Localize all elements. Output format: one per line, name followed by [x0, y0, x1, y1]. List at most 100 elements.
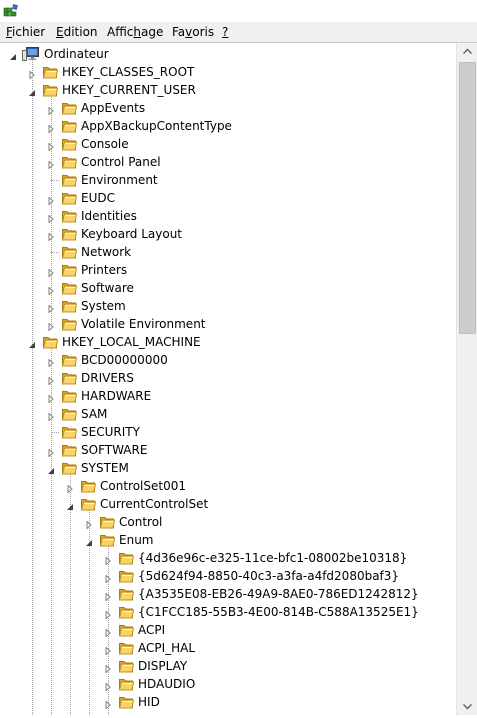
collapsed-arrow-icon[interactable]: [47, 410, 55, 422]
collapsed-arrow-icon[interactable]: [66, 482, 74, 494]
tree-node[interactable]: {A3535E08-EB26-49A9-8AE0-786ED1242812}: [0, 585, 456, 603]
tree-node[interactable]: {4d36e96c-e325-11ce-bfc1-08002be10318}: [0, 549, 456, 567]
folder-icon: [61, 406, 78, 422]
collapsed-arrow-icon[interactable]: [104, 680, 112, 692]
tree-node[interactable]: SOFTWARE: [0, 441, 456, 459]
tree-node-label: SYSTEM: [81, 461, 129, 475]
tree-node[interactable]: DISPLAY: [0, 657, 456, 675]
collapsed-arrow-icon[interactable]: [47, 302, 55, 314]
tree-node[interactable]: CurrentControlSet: [0, 495, 456, 513]
tree-node[interactable]: {C1FCC185-55B3-4E00-814B-C588A13525E1}: [0, 603, 456, 621]
scroll-up-arrow-icon: [463, 48, 472, 54]
tree-node[interactable]: HDAUDIO: [0, 675, 456, 693]
tree-node[interactable]: EUDC: [0, 189, 456, 207]
expanded-arrow-icon[interactable]: [66, 500, 74, 510]
menu-affichage[interactable]: Affichage: [107, 25, 163, 40]
collapsed-arrow-icon[interactable]: [47, 212, 55, 224]
expanded-arrow-icon[interactable]: [85, 536, 93, 546]
collapsed-arrow-icon[interactable]: [104, 626, 112, 638]
tree-node-label: HID: [138, 695, 160, 709]
tree-node[interactable]: DRIVERS: [0, 369, 456, 387]
expanded-arrow-icon[interactable]: [47, 464, 55, 474]
collapsed-arrow-icon[interactable]: [47, 446, 55, 458]
tree-node[interactable]: Control: [0, 513, 456, 531]
scroll-up-button[interactable]: [457, 43, 477, 60]
tree-node[interactable]: Keyboard Layout: [0, 225, 456, 243]
collapsed-arrow-icon[interactable]: [47, 140, 55, 152]
expanded-arrow-icon[interactable]: [28, 86, 36, 96]
registry-tree[interactable]: Ordinateur HKEY_CLASSES_ROOT HKEY_CURRENT_…: [0, 43, 456, 715]
menu-edition[interactable]: Edition: [56, 25, 98, 40]
tree-node[interactable]: Ordinateur: [0, 45, 456, 63]
tree-node[interactable]: Enum: [0, 531, 456, 549]
tree-node[interactable]: ACPI_HAL: [0, 639, 456, 657]
vertical-scrollbar[interactable]: [456, 43, 477, 715]
folder-icon: [99, 514, 116, 530]
tree-node-label: DISPLAY: [138, 659, 188, 673]
menu-help[interactable]: ?: [222, 25, 228, 40]
tree-node-label: System: [81, 299, 126, 313]
tree-node-label: DRIVERS: [81, 371, 134, 385]
tree-node[interactable]: BCD00000000: [0, 351, 456, 369]
tree-node[interactable]: ACPI: [0, 621, 456, 639]
tree-node[interactable]: HKEY_CLASSES_ROOT: [0, 63, 456, 81]
collapsed-arrow-icon[interactable]: [47, 356, 55, 368]
collapsed-arrow-icon[interactable]: [47, 266, 55, 278]
folder-icon: [61, 118, 78, 134]
menu-fichier[interactable]: Fichier: [6, 25, 45, 40]
tree-node[interactable]: Printers: [0, 261, 456, 279]
scroll-thumb[interactable]: [459, 62, 476, 334]
collapsed-arrow-icon[interactable]: [47, 194, 55, 206]
tree-node[interactable]: ControlSet001: [0, 477, 456, 495]
folder-icon: [61, 244, 78, 260]
collapsed-arrow-icon[interactable]: [104, 698, 112, 710]
collapsed-arrow-icon[interactable]: [104, 554, 112, 566]
tree-node[interactable]: Software: [0, 279, 456, 297]
tree-node[interactable]: SECURITY: [0, 423, 456, 441]
folder-icon: [42, 82, 59, 98]
tree-node[interactable]: Identities: [0, 207, 456, 225]
tree-node-label: HARDWARE: [81, 389, 152, 403]
scroll-down-button[interactable]: [457, 698, 477, 715]
tree-node[interactable]: System: [0, 297, 456, 315]
folder-icon: [61, 208, 78, 224]
tree-node[interactable]: Console: [0, 135, 456, 153]
tree-node[interactable]: SYSTEM: [0, 459, 456, 477]
tree-node[interactable]: HKEY_LOCAL_MACHINE: [0, 333, 456, 351]
collapsed-arrow-icon[interactable]: [47, 158, 55, 170]
tree-node[interactable]: AppEvents: [0, 99, 456, 117]
collapsed-arrow-icon[interactable]: [47, 122, 55, 134]
expanded-arrow-icon[interactable]: [9, 50, 17, 60]
collapsed-arrow-icon[interactable]: [47, 104, 55, 116]
tree-node[interactable]: HARDWARE: [0, 387, 456, 405]
tree-node[interactable]: {5d624f94-8850-40c3-a3fa-a4fd2080baf3}: [0, 567, 456, 585]
tree-node[interactable]: SAM: [0, 405, 456, 423]
tree-node[interactable]: Volatile Environment: [0, 315, 456, 333]
folder-icon: [118, 640, 135, 656]
folder-icon: [61, 316, 78, 332]
collapsed-arrow-icon[interactable]: [47, 230, 55, 242]
folder-icon: [118, 694, 135, 710]
collapsed-arrow-icon[interactable]: [104, 608, 112, 620]
folder-icon: [61, 100, 78, 116]
expanded-arrow-icon[interactable]: [28, 338, 36, 348]
collapsed-arrow-icon[interactable]: [104, 572, 112, 584]
collapsed-arrow-icon[interactable]: [104, 662, 112, 674]
collapsed-arrow-icon[interactable]: [104, 590, 112, 602]
tree-node[interactable]: Control Panel: [0, 153, 456, 171]
menu-favoris[interactable]: Favoris: [172, 25, 214, 40]
tree-node[interactable]: Environment: [0, 171, 456, 189]
tree-node-label: SAM: [81, 407, 108, 421]
collapsed-arrow-icon[interactable]: [85, 518, 93, 530]
collapsed-arrow-icon[interactable]: [28, 68, 36, 80]
collapsed-arrow-icon[interactable]: [47, 374, 55, 386]
collapsed-arrow-icon[interactable]: [104, 644, 112, 656]
folder-icon: [61, 298, 78, 314]
collapsed-arrow-icon[interactable]: [47, 392, 55, 404]
collapsed-arrow-icon[interactable]: [47, 320, 55, 332]
collapsed-arrow-icon[interactable]: [47, 284, 55, 296]
tree-node[interactable]: Network: [0, 243, 456, 261]
tree-node[interactable]: HKEY_CURRENT_USER: [0, 81, 456, 99]
tree-node[interactable]: HID: [0, 693, 456, 711]
tree-node[interactable]: AppXBackupContentType: [0, 117, 456, 135]
